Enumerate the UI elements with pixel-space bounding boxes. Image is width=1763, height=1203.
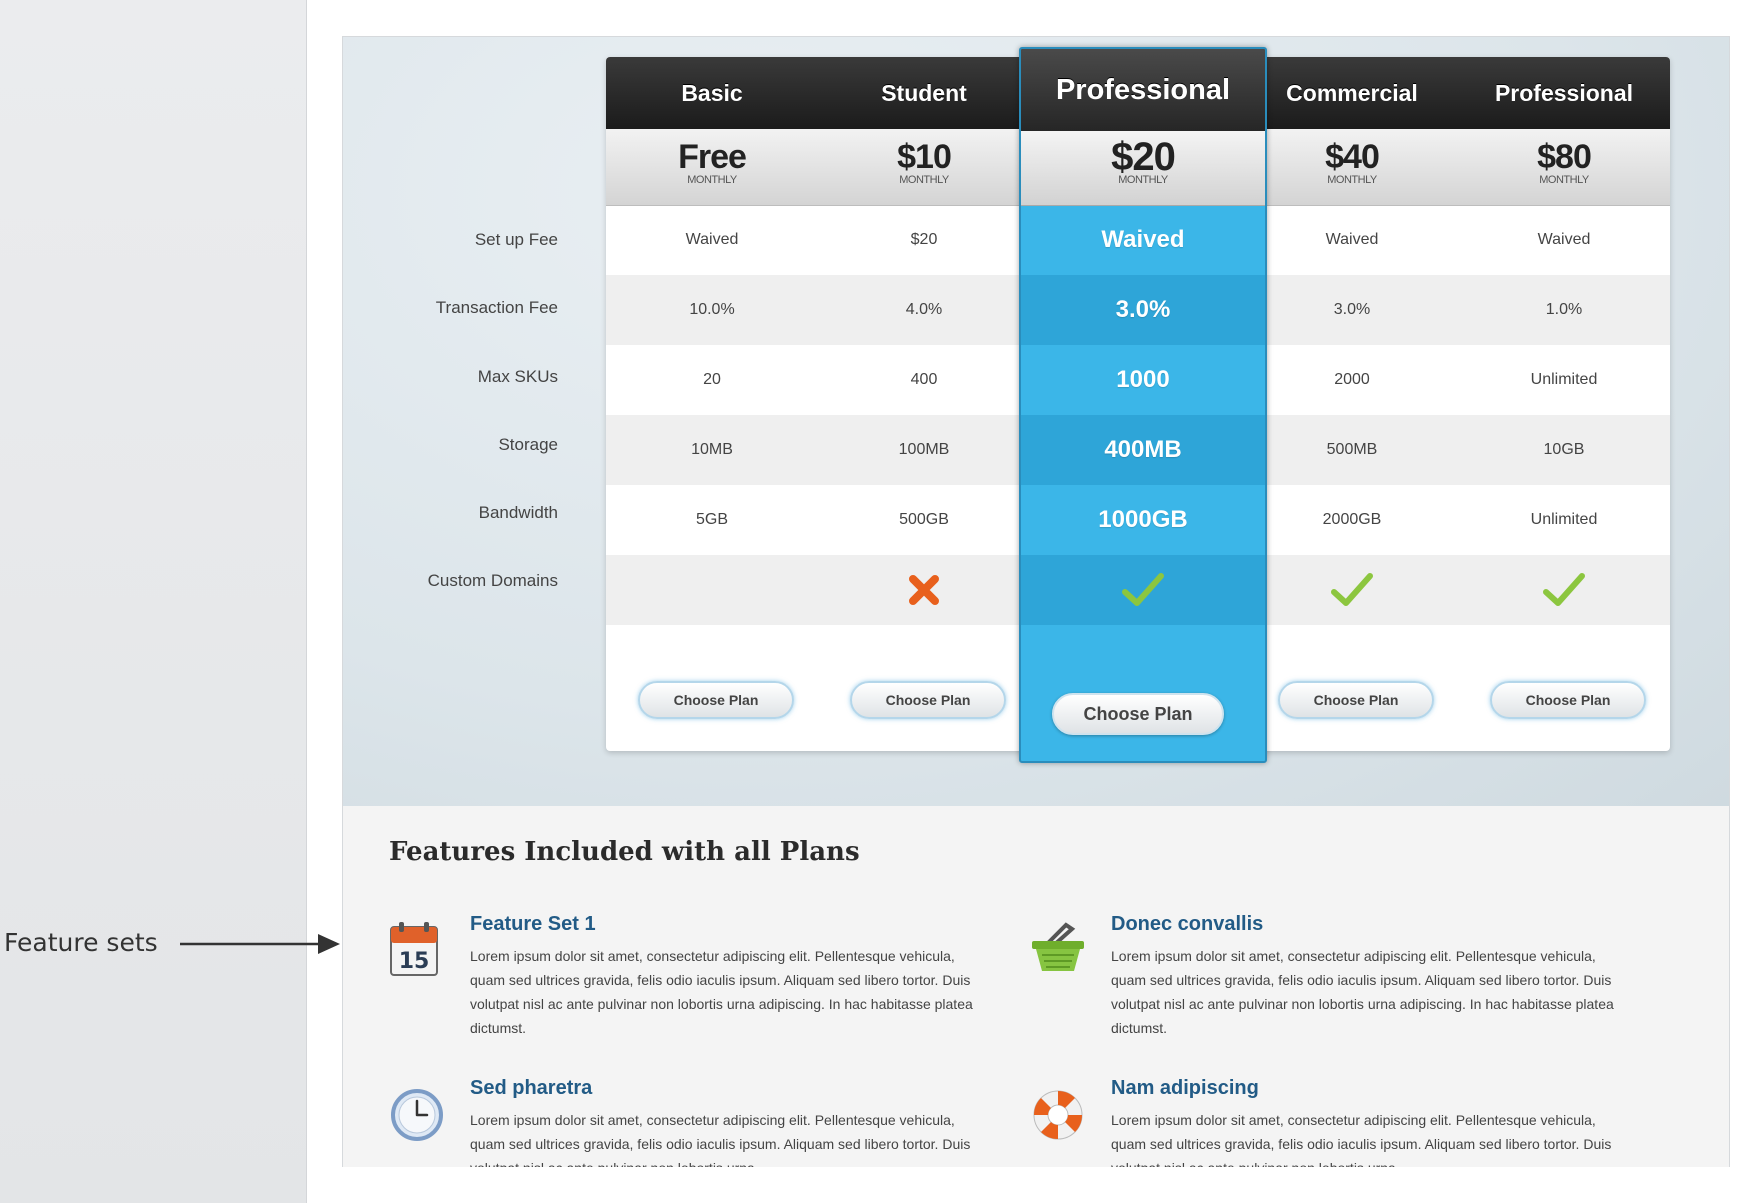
cell-max-skus: 1000	[1116, 366, 1170, 393]
features-section-title: Features Included with all Plans	[389, 837, 860, 867]
cell-setup-fee: Waived	[685, 231, 739, 248]
cell-transaction-fee: 10.0%	[689, 301, 735, 318]
row-label-transaction-fee: Transaction Fee	[435, 298, 558, 317]
cell-bandwidth: 5GB	[695, 511, 728, 528]
plan-column-basic: Basic Free MONTHLY Waived 10.0% 20 10MB …	[606, 57, 818, 751]
plan-name: Student	[881, 79, 967, 106]
plan-name: Basic	[681, 79, 743, 106]
choose-plan-button-commercial[interactable]: Choose Plan	[1278, 681, 1434, 719]
cell-max-skus: Unlimited	[1530, 371, 1598, 388]
row-label-max-skus: Max SKUs	[477, 367, 558, 386]
plan-price: $40	[1325, 138, 1380, 176]
cell-bandwidth: 1000GB	[1098, 506, 1188, 533]
feature-item: Nam adipiscing Lorem ipsum dolor sit ame…	[1030, 1077, 1630, 1167]
cell-transaction-fee: 3.0%	[1115, 296, 1171, 323]
cell-storage: 500MB	[1326, 441, 1378, 458]
plan-column-professional-featured: Professional $20 MONTHLY Waived 3.0% 100…	[1019, 47, 1267, 763]
price-cell: $10 MONTHLY	[818, 129, 1030, 205]
plan-column-commercial: Commercial $40 MONTHLY Waived 3.0% 2000 …	[1246, 57, 1458, 751]
calendar-icon: 15	[390, 922, 438, 976]
plan-column-student: Student $10 MONTHLY $20 4.0% 400 100MB 5…	[818, 57, 1030, 751]
feature-title: Nam adipiscing	[1111, 1077, 1259, 1099]
cell-bandwidth: Unlimited	[1530, 511, 1598, 528]
cell-custom-domains	[1246, 555, 1458, 625]
choose-plan-button-professional-featured[interactable]: Choose Plan	[1052, 693, 1224, 735]
check-icon	[1122, 573, 1164, 606]
plan-price: $20	[1111, 135, 1176, 179]
cell-bandwidth: 2000GB	[1322, 511, 1382, 528]
cell-storage: 400MB	[1104, 436, 1182, 463]
pricing-table: Basic Free MONTHLY Waived 10.0% 20 10MB …	[606, 47, 1670, 763]
price-cell: $80 MONTHLY	[1458, 129, 1670, 205]
clock-icon	[391, 1089, 443, 1141]
feature-description: Lorem ipsum dolor sit amet, consectetur …	[1111, 1112, 1612, 1167]
cell-transaction-fee: 4.0%	[905, 301, 943, 318]
plan-price: $10	[897, 138, 952, 176]
price-cell: $20 MONTHLY	[1021, 131, 1265, 206]
left-margin-panel	[0, 0, 306, 1203]
cell-setup-fee: Waived	[1325, 231, 1379, 248]
feature-item: 15 Feature Set 1 Lorem ipsum dolor sit a…	[389, 913, 989, 1071]
cell-custom-domains	[1021, 555, 1265, 625]
cell-max-skus: 20	[703, 371, 721, 388]
feature-title: Sed pharetra	[470, 1077, 593, 1099]
cell-transaction-fee: 3.0%	[1333, 301, 1371, 318]
cell-max-skus: 400	[910, 371, 938, 388]
row-label-storage: Storage	[498, 435, 558, 454]
cell-bandwidth: 500GB	[899, 511, 949, 528]
choose-plan-button-professional-80[interactable]: Choose Plan	[1490, 681, 1646, 719]
cell-storage: 10GB	[1543, 441, 1585, 458]
feature-description: Lorem ipsum dolor sit amet, consectetur …	[470, 1112, 971, 1167]
website-mockup: Set up Fee Transaction Fee Max SKUs Stor…	[342, 36, 1730, 1167]
cross-icon	[909, 575, 939, 605]
feature-item: Sed pharetra Lorem ipsum dolor sit amet,…	[389, 1077, 989, 1167]
plan-price: Free	[678, 138, 747, 176]
choose-plan-button-basic[interactable]: Choose Plan	[638, 681, 794, 719]
feature-description: Lorem ipsum dolor sit amet, consectetur …	[1111, 948, 1614, 1036]
row-label-custom-domains: Custom Domains	[427, 571, 558, 590]
check-icon	[1543, 573, 1585, 606]
choose-plan-button-student[interactable]: Choose Plan	[850, 681, 1006, 719]
plan-name: Commercial	[1286, 79, 1418, 106]
cell-custom-domains	[818, 555, 1030, 625]
plan-period: MONTHLY	[1118, 174, 1168, 186]
check-icon	[1331, 573, 1373, 606]
basket-icon	[1032, 922, 1084, 971]
annotation-arrow-icon	[180, 934, 340, 954]
cell-max-skus: 2000	[1334, 371, 1370, 388]
cell-storage: 100MB	[898, 441, 950, 458]
row-label-bandwidth: Bandwidth	[478, 503, 558, 522]
lifebuoy-icon	[1033, 1090, 1083, 1140]
cell-custom-domains	[1458, 555, 1670, 625]
cell-setup-fee: Waived	[1537, 231, 1591, 248]
row-label-setup-fee: Set up Fee	[474, 230, 558, 249]
plan-price: $80	[1537, 138, 1592, 176]
price-cell: $40 MONTHLY	[1246, 129, 1458, 205]
plan-period: MONTHLY	[1539, 174, 1589, 186]
plan-name: Professional	[1021, 49, 1265, 131]
plan-period: MONTHLY	[687, 174, 737, 186]
feature-title: Donec convallis	[1111, 913, 1264, 935]
annotation-label: Feature sets	[4, 928, 158, 957]
plan-period: MONTHLY	[1327, 174, 1377, 186]
cell-storage: 10MB	[691, 441, 733, 458]
pricing-section: Set up Fee Transaction Fee Max SKUs Stor…	[343, 37, 1729, 806]
price-cell: Free MONTHLY	[606, 129, 818, 205]
cell-setup-fee: $20	[910, 231, 938, 248]
calendar-day-text: 15	[399, 949, 430, 974]
feature-description: Lorem ipsum dolor sit amet, consectetur …	[470, 948, 973, 1036]
plan-name: Professional	[1494, 79, 1634, 106]
cell-transaction-fee: 1.0%	[1545, 301, 1583, 318]
plan-column-professional-80: Professional $80 MONTHLY Waived 1.0% Unl…	[1458, 57, 1670, 751]
feature-title: Feature Set 1	[470, 913, 596, 935]
cell-setup-fee: Waived	[1101, 226, 1185, 253]
feature-item: Donec convallis Lorem ipsum dolor sit am…	[1030, 913, 1630, 1071]
plan-period: MONTHLY	[899, 174, 949, 186]
